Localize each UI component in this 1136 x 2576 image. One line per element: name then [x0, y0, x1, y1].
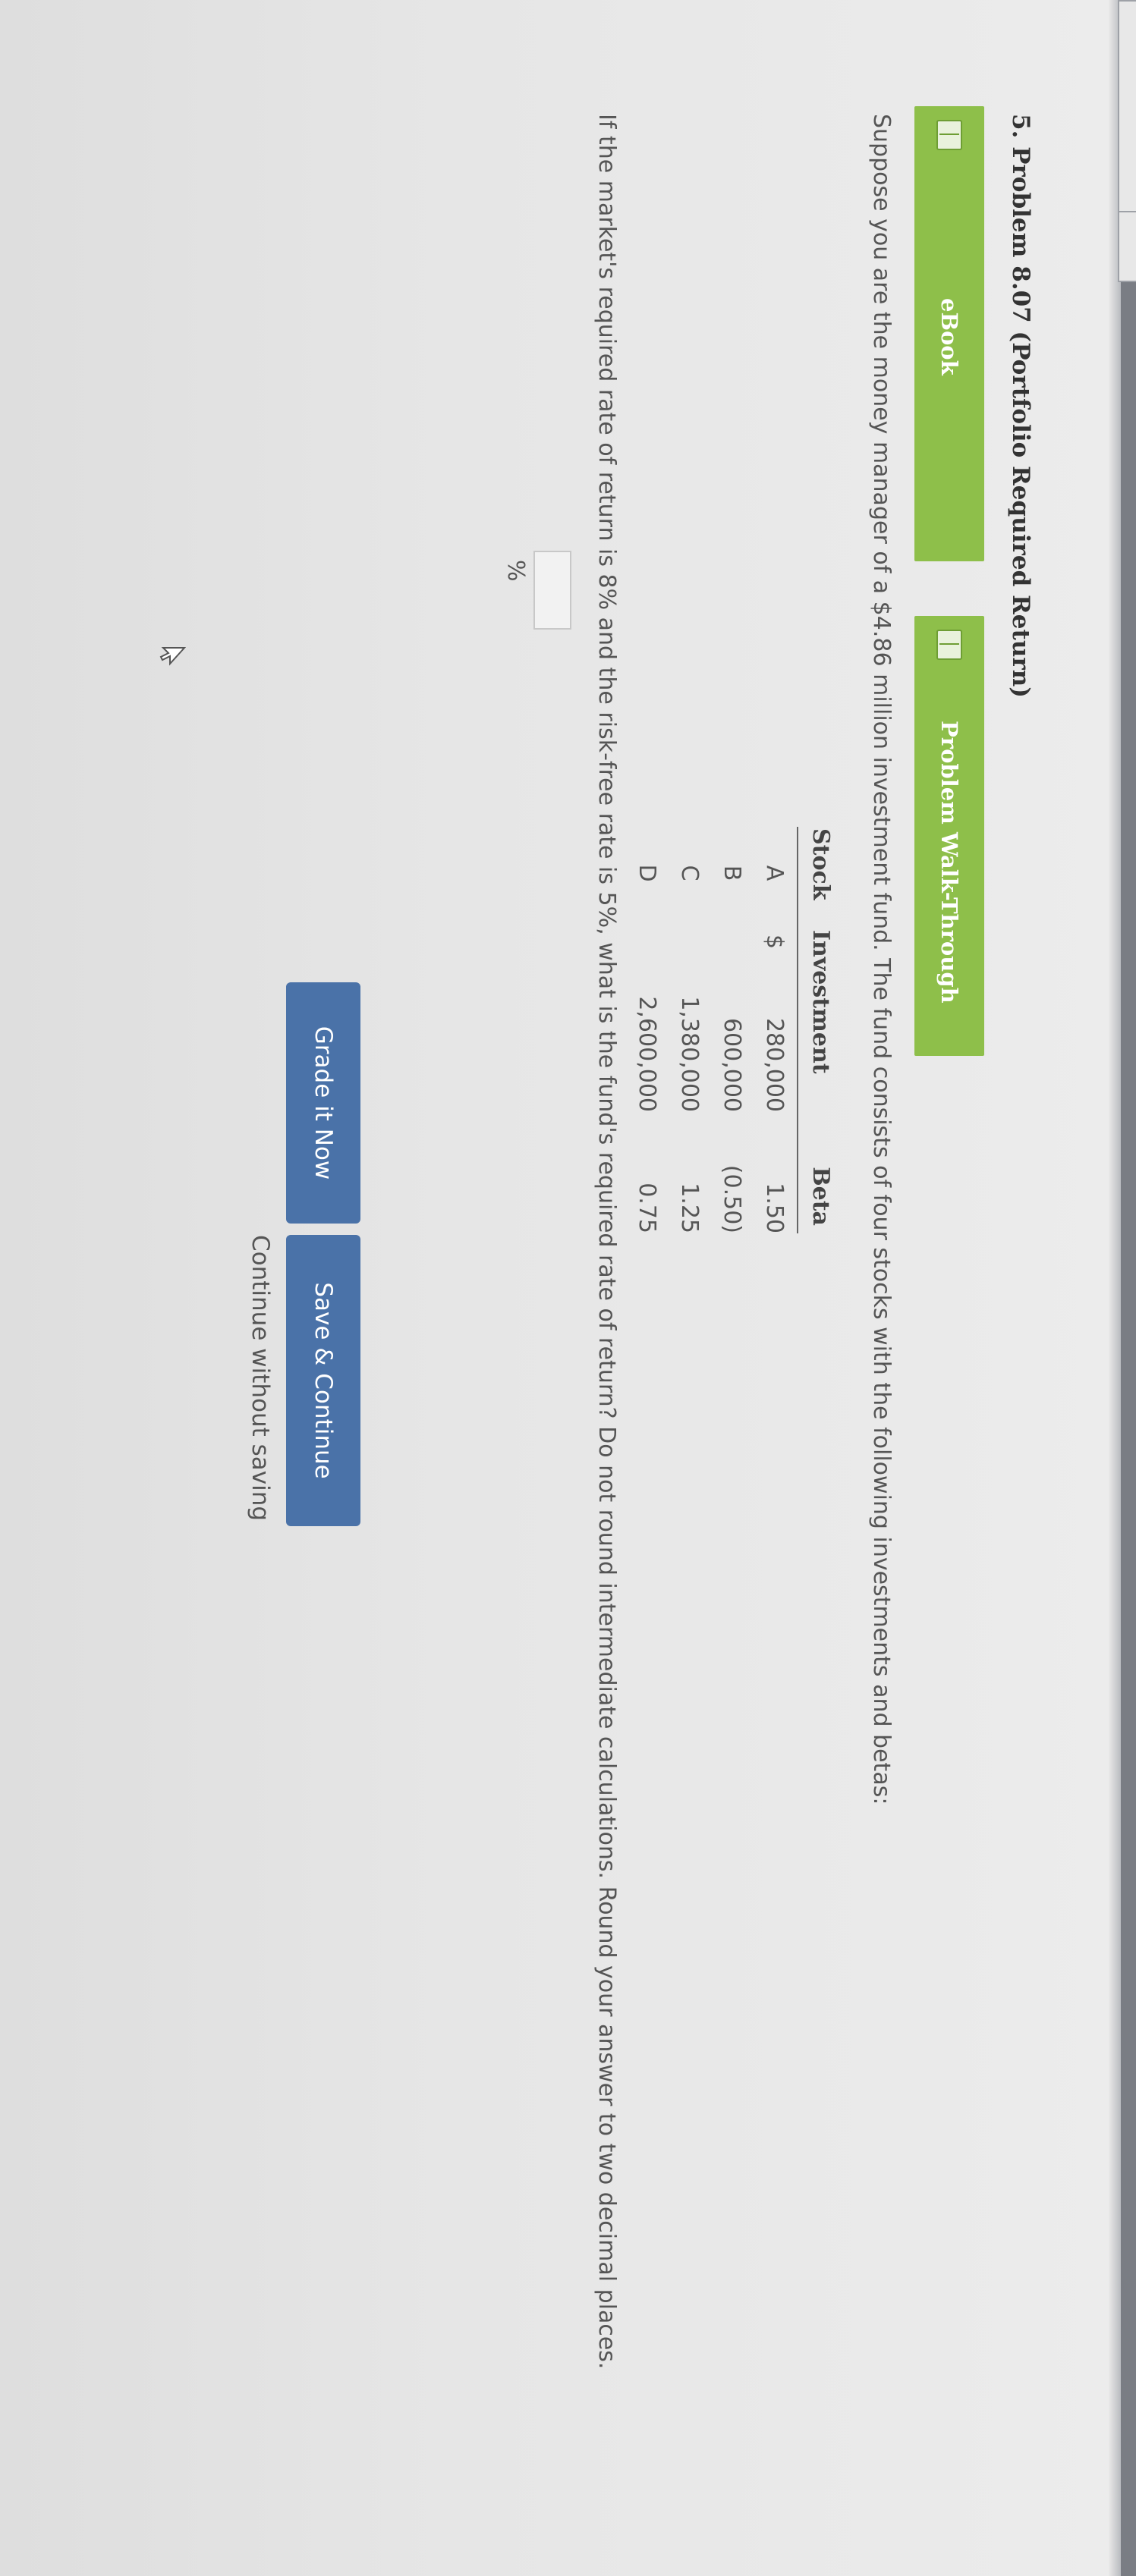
cell-beta: (0.50) — [719, 1164, 746, 1233]
book-icon — [936, 120, 962, 150]
header-investment: Investment — [798, 919, 834, 1112]
save-and-continue-button[interactable]: Save & Continue — [286, 1235, 360, 1526]
header-beta: Beta — [798, 1112, 834, 1233]
investment-table: Stock Investment Beta A $280,000 1.50 B … — [627, 827, 834, 1233]
ebook-button[interactable]: eBook — [914, 106, 984, 561]
cell-stock: D — [634, 864, 661, 882]
answer-input[interactable] — [533, 551, 571, 630]
cell-stock: B — [719, 865, 746, 881]
cell-stock: C — [676, 865, 703, 881]
grade-it-now-button[interactable]: Grade it Now — [286, 982, 360, 1224]
continue-without-saving-link[interactable]: Continue without saving — [247, 1235, 274, 1521]
walkthrough-label: Problem Walk-Through — [936, 721, 962, 1004]
window-top-bar — [1121, 0, 1136, 2576]
cell-stock: A — [761, 865, 788, 881]
cell-investment: 1,380,000 — [676, 996, 703, 1112]
table-row: B 600,000 (0.50) — [712, 827, 754, 1233]
problem-walkthrough-button[interactable]: Problem Walk-Through — [914, 616, 984, 1056]
table-row: C 1,380,000 1.25 — [669, 827, 712, 1233]
mouse-pointer-icon — [159, 647, 186, 666]
cell-beta: 1.25 — [676, 1183, 703, 1233]
question-intro: Suppose you are the money manager of a $… — [868, 114, 895, 1805]
top-tab-stub[interactable] — [1118, 0, 1136, 215]
header-stock: Stock — [798, 827, 834, 919]
cell-beta: 0.75 — [634, 1183, 661, 1233]
top-tab-stub[interactable] — [1118, 211, 1136, 282]
top-bar-shadow — [1109, 0, 1121, 2576]
table-row: A $280,000 1.50 — [754, 827, 798, 1233]
ebook-label: eBook — [936, 298, 962, 375]
problem-title: 5. Problem 8.07 (Portfolio Required Retu… — [1007, 114, 1034, 698]
page: 5. Problem 8.07 (Portfolio Required Retu… — [0, 0, 1136, 2576]
table-header-row: Stock Investment Beta — [798, 827, 834, 1233]
cell-investment: 2,600,000 — [634, 996, 661, 1112]
currency-symbol: $ — [761, 935, 788, 950]
cell-beta: 1.50 — [761, 1183, 788, 1233]
table-row: D 2,600,000 0.75 — [627, 827, 669, 1233]
percent-unit: % — [502, 560, 529, 582]
walkthrough-icon — [936, 630, 962, 660]
cell-investment: $280,000 — [754, 919, 798, 1112]
investment-value: 280,000 — [761, 1017, 788, 1112]
cell-investment: 600,000 — [719, 1017, 746, 1112]
question-prompt: If the market's required rate of return … — [593, 114, 620, 2370]
